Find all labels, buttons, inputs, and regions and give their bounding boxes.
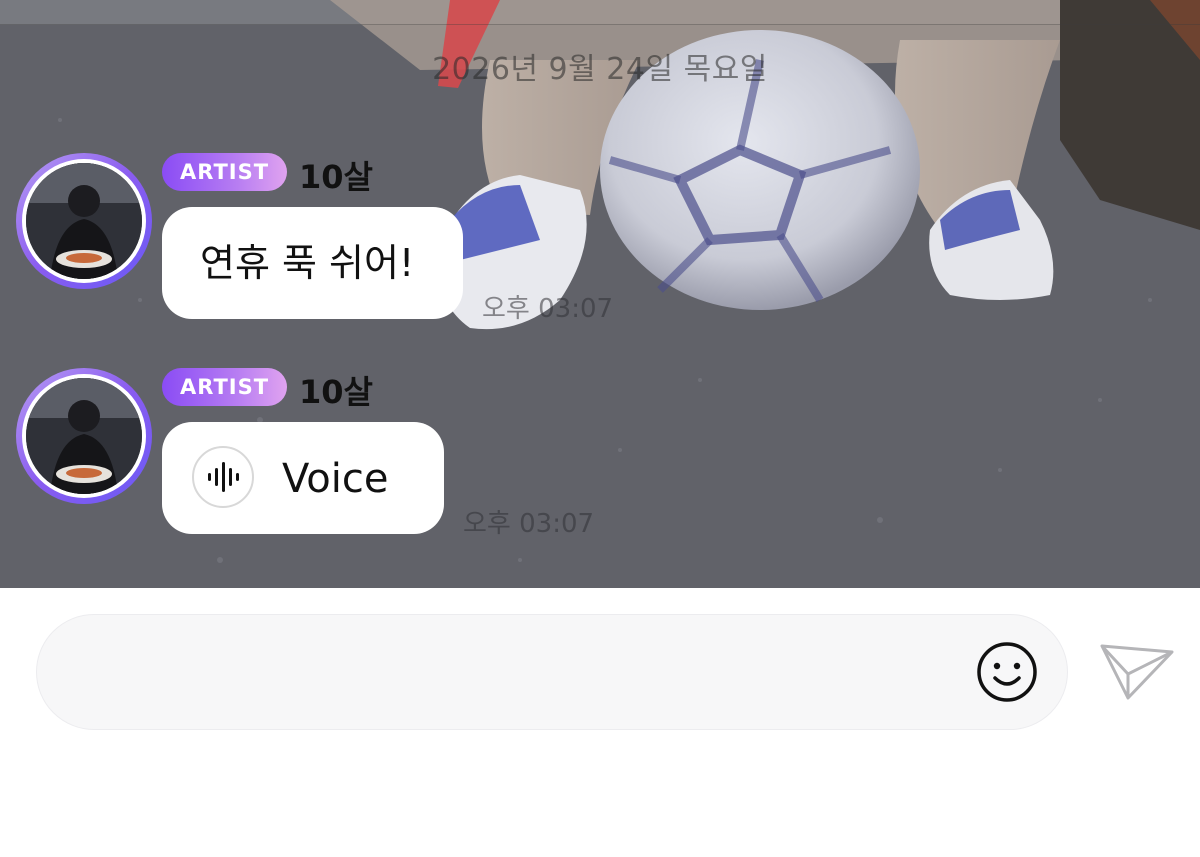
voice-label: Voice bbox=[282, 456, 389, 502]
date-divider: 2026년 9월 24일 목요일 bbox=[432, 52, 768, 87]
message-input[interactable] bbox=[77, 615, 961, 731]
message-input-container[interactable] bbox=[36, 614, 1068, 731]
message-bubble[interactable]: 연휴 푹 쉬어! bbox=[162, 207, 463, 319]
paper-plane-send-icon[interactable] bbox=[1098, 640, 1178, 704]
top-divider-line bbox=[0, 24, 1200, 25]
artist-badge: ARTIST bbox=[162, 153, 288, 191]
artist-badge: ARTIST bbox=[162, 368, 288, 406]
avatar-photo bbox=[26, 163, 142, 279]
voice-message-bubble[interactable]: Voice bbox=[162, 422, 444, 534]
sender-name: 10살 bbox=[299, 373, 373, 411]
chat-background: 2026년 9월 24일 목요일 ARTIST 10살 연휴 푹 쉬어! 오후 … bbox=[0, 0, 1200, 588]
avatar[interactable] bbox=[16, 153, 152, 289]
message-text: 연휴 푹 쉬어! bbox=[200, 241, 415, 285]
smiley-face-icon[interactable] bbox=[975, 640, 1039, 704]
avatar-photo bbox=[26, 378, 142, 494]
message-time: 오후 03:07 bbox=[463, 509, 595, 539]
message-input-bar bbox=[0, 588, 1200, 857]
message-time: 오후 03:07 bbox=[482, 294, 614, 324]
audio-waveform-icon[interactable] bbox=[192, 446, 254, 508]
avatar[interactable] bbox=[16, 368, 152, 504]
sender-name: 10살 bbox=[299, 158, 373, 196]
